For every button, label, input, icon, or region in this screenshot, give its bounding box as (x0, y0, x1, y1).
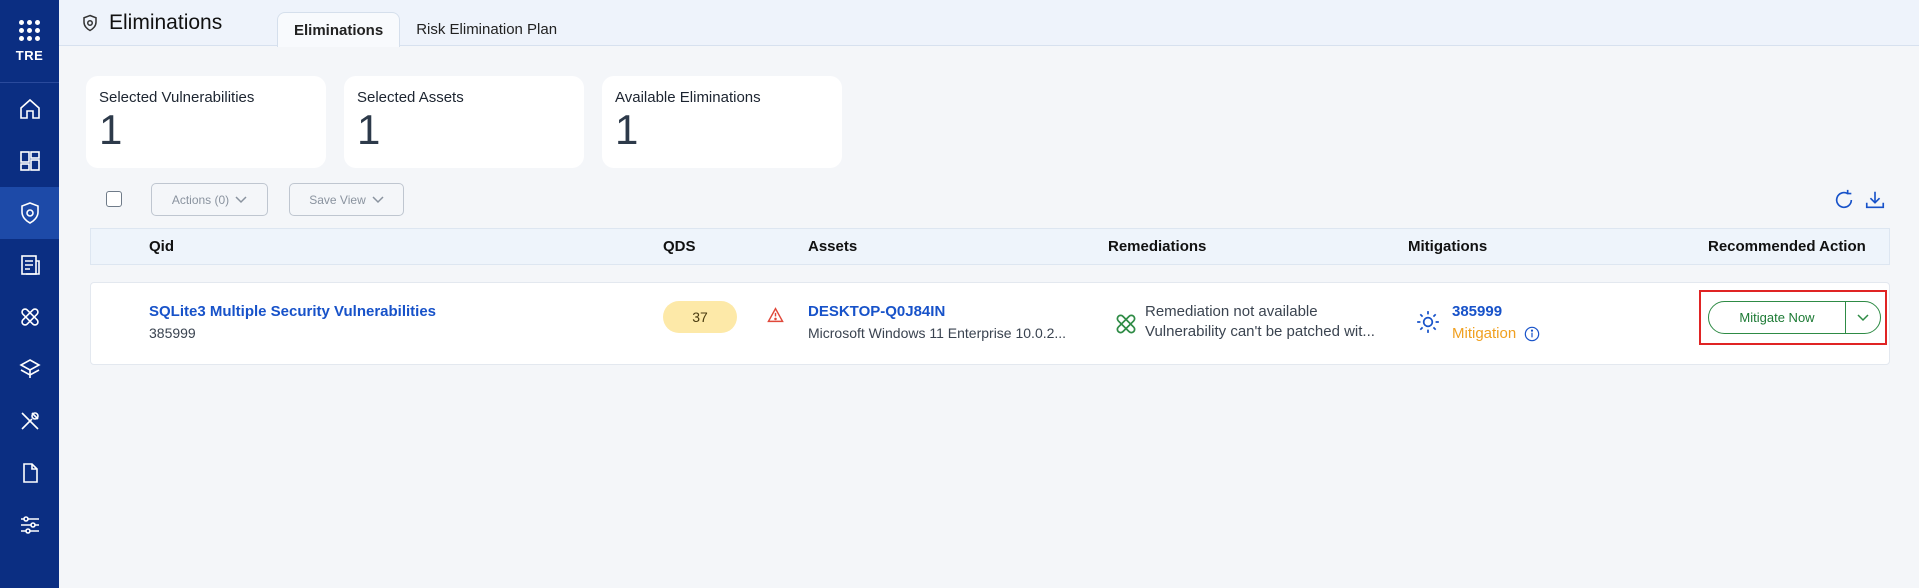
vulnerability-title-link[interactable]: SQLite3 Multiple Security Vulnerabilitie… (149, 303, 436, 320)
asset-os: Microsoft Windows 11 Enterprise 10.0.2..… (808, 325, 1067, 341)
qds-cell: 37 (663, 301, 737, 333)
apps-grid-icon (19, 19, 40, 41)
select-all-checkbox[interactable] (106, 191, 122, 207)
refresh-icon[interactable] (1833, 189, 1855, 211)
save-view-dropdown[interactable]: Save View (289, 183, 404, 216)
stat-card-selected-assets: Selected Assets 1 (344, 76, 584, 168)
sidebar-item-home[interactable] (0, 83, 59, 135)
document-icon (22, 463, 38, 483)
column-header-remediations[interactable]: Remediations (1108, 238, 1206, 255)
app-switcher[interactable]: TRE (0, 0, 59, 83)
save-view-label: Save View (309, 192, 366, 207)
page-title-text: Eliminations (109, 11, 223, 34)
sidebar-item-dashboard[interactable] (0, 135, 59, 187)
tab-eliminations[interactable]: Eliminations (277, 12, 401, 47)
stat-label: Selected Assets (357, 89, 464, 106)
sidebar-item-documents[interactable] (0, 447, 59, 499)
report-icon (20, 255, 40, 275)
home-icon (19, 98, 40, 119)
table-header: Qid QDS Assets Remediations Mitigations … (90, 228, 1890, 265)
tools-icon (20, 412, 39, 430)
patch-icon (20, 308, 39, 326)
sidebar-item-layers[interactable] (0, 343, 59, 395)
stat-value: 1 (615, 106, 639, 153)
gear-icon (1417, 311, 1439, 333)
page-title: Eliminations (81, 11, 222, 35)
brand-label: TRE (15, 47, 44, 63)
column-header-qid[interactable]: Qid (149, 238, 174, 255)
mitigation-type-line: Mitigation (1452, 325, 1540, 342)
remediation-cell: Remediation not available Vulnerability … (1145, 303, 1375, 340)
asset-name-link[interactable]: DESKTOP-Q0J84IN (808, 303, 1066, 320)
mitigation-cell: 385999 Mitigation (1452, 303, 1540, 342)
layers-icon (18, 359, 41, 378)
qid-value: 385999 (149, 325, 196, 341)
shield-gear-icon (20, 202, 39, 224)
actions-dropdown[interactable]: Actions (0) (151, 183, 268, 216)
warning-icon (767, 307, 784, 323)
stat-card-available-eliminations: Available Eliminations 1 (602, 76, 842, 168)
bandage-icon (1116, 314, 1136, 334)
mitigate-options-toggle[interactable] (1846, 302, 1880, 333)
info-icon[interactable] (1524, 326, 1540, 342)
qid-cell: SQLite3 Multiple Security Vulnerabilitie… (149, 303, 436, 341)
shield-gear-icon (83, 14, 97, 32)
stat-value: 1 (357, 106, 381, 153)
chevron-down-icon (372, 195, 384, 203)
mitigate-now-button[interactable]: Mitigate Now (1709, 302, 1846, 333)
mitigation-id-link[interactable]: 385999 (1452, 303, 1540, 320)
sliders-icon (20, 516, 39, 534)
stat-card-selected-vulnerabilities: Selected Vulnerabilities 1 (86, 76, 326, 168)
tab-bar: Eliminations Risk Elimination Plan (277, 12, 573, 47)
chevron-down-icon (235, 195, 247, 203)
mitigation-type: Mitigation (1452, 325, 1517, 342)
column-header-mitigations[interactable]: Mitigations (1408, 238, 1487, 255)
mitigate-now-split-button[interactable]: Mitigate Now (1708, 301, 1881, 334)
sidebar-item-reports[interactable] (0, 239, 59, 291)
stat-label: Selected Vulnerabilities (99, 89, 255, 106)
sidebar-item-patch[interactable] (0, 291, 59, 343)
dashboard-icon (19, 151, 40, 171)
column-header-qds[interactable]: QDS (663, 238, 696, 255)
remediation-title: Remediation not available (1145, 303, 1318, 320)
actions-label: Actions (0) (171, 192, 230, 207)
qds-badge: 37 (663, 301, 737, 333)
top-bar: Eliminations Eliminations Risk Eliminati… (59, 0, 1919, 47)
sidebar-item-settings[interactable] (0, 499, 59, 551)
download-icon[interactable] (1864, 189, 1886, 211)
asset-cell: DESKTOP-Q0J84IN Microsoft Windows 11 Ent… (808, 303, 1066, 341)
remediation-detail: Vulnerability can't be patched wit... (1145, 323, 1375, 340)
column-header-assets[interactable]: Assets (808, 238, 857, 255)
sidebar-item-eliminations[interactable] (0, 187, 59, 239)
chevron-down-icon (1857, 313, 1869, 321)
stat-label: Available Eliminations (615, 89, 761, 106)
stat-value: 1 (99, 106, 123, 153)
sidebar-item-tools[interactable] (0, 395, 59, 447)
sidebar: TRE (0, 0, 59, 588)
tab-risk-elimination-plan[interactable]: Risk Elimination Plan (400, 12, 573, 47)
column-header-recommended-action[interactable]: Recommended Action (1708, 238, 1866, 255)
table-row: SQLite3 Multiple Security Vulnerabilitie… (90, 282, 1890, 365)
